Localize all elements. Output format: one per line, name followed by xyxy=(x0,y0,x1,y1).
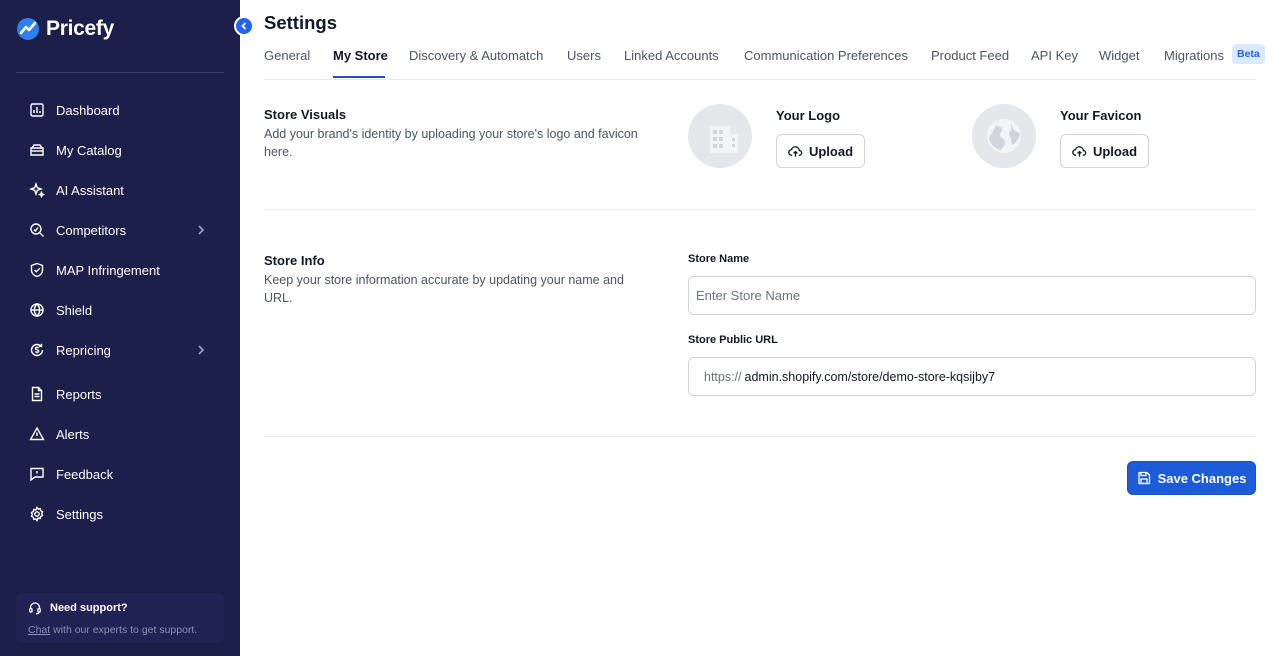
sidebar-item-dashboard[interactable]: Dashboard xyxy=(16,94,224,126)
sidebar-item-label: AI Assistant xyxy=(56,182,124,198)
store-visuals-title: Store Visuals xyxy=(264,107,347,122)
tab-users[interactable]: Users xyxy=(567,48,601,63)
sidebar-item-map-infringement[interactable]: MAP Infringement xyxy=(16,254,224,286)
sidebar-item-feedback[interactable]: Feedback xyxy=(16,458,224,490)
settings-tabs: General My Store Discovery & Automatch U… xyxy=(264,40,1265,80)
tab-general[interactable]: General xyxy=(264,48,310,63)
tab-linked-accounts[interactable]: Linked Accounts xyxy=(624,48,719,63)
tab-widget[interactable]: Widget xyxy=(1099,48,1139,63)
section-divider xyxy=(264,436,1256,437)
sidebar-item-label: Reports xyxy=(56,386,102,402)
tab-migrations[interactable]: Migrations xyxy=(1164,48,1224,63)
sidebar-collapse-button[interactable] xyxy=(234,16,254,36)
logo-upload-button[interactable]: Upload xyxy=(776,134,865,168)
tab-product-feed[interactable]: Product Feed xyxy=(931,48,1009,63)
sidebar-item-label: Competitors xyxy=(56,222,127,238)
support-card: Need support? Chat with our experts to g… xyxy=(16,593,224,643)
building-icon xyxy=(710,126,738,153)
chevron-right-icon xyxy=(198,345,205,355)
competitors-icon xyxy=(28,221,46,239)
cloud-upload-icon xyxy=(1072,145,1087,157)
gear-icon xyxy=(28,505,46,523)
favicon-placeholder xyxy=(972,104,1036,168)
sidebar-item-label: My Catalog xyxy=(56,142,122,158)
headset-icon xyxy=(29,602,41,615)
brand-name: Pricefy xyxy=(46,17,114,40)
url-prefix: https:// xyxy=(704,369,742,384)
beta-badge: Beta xyxy=(1232,44,1265,64)
sidebar-item-repricing[interactable]: Repricing xyxy=(16,334,224,366)
sidebar-divider xyxy=(16,72,224,73)
dollar-cycle-icon xyxy=(28,341,46,359)
chevron-right-icon xyxy=(198,225,205,235)
sidebar-item-competitors[interactable]: Competitors xyxy=(16,214,224,246)
alert-icon xyxy=(28,425,46,443)
dashboard-icon xyxy=(28,101,46,119)
support-text: Chat with our experts to get support. xyxy=(28,624,212,636)
url-value: admin.shopify.com/store/demo-store-kqsij… xyxy=(744,369,996,384)
tab-api-key[interactable]: API Key xyxy=(1031,48,1078,63)
support-chat-link[interactable]: Chat xyxy=(28,624,50,636)
sidebar: Pricefy Dashboard My Catalog AI Assistan… xyxy=(0,0,240,656)
logo-upload-label: Your Logo xyxy=(776,108,841,123)
support-title: Need support? xyxy=(50,602,128,614)
sidebar-item-label: Repricing xyxy=(56,342,111,358)
sidebar-item-label: Dashboard xyxy=(56,102,120,118)
store-url-label: Store Public URL xyxy=(688,334,778,346)
sidebar-item-ai-assistant[interactable]: AI Assistant xyxy=(16,174,224,206)
favicon-upload-label: Your Favicon xyxy=(1060,108,1142,123)
store-info-description: Keep your store information accurate by … xyxy=(264,273,624,305)
globe-icon xyxy=(28,301,46,319)
catalog-icon xyxy=(28,141,46,159)
main-content: Settings General My Store Discovery & Au… xyxy=(240,0,1280,656)
floppy-disk-icon xyxy=(1137,471,1150,485)
tab-communication-preferences[interactable]: Communication Preferences xyxy=(744,48,908,63)
support-title-row: Need support? xyxy=(28,601,212,615)
favicon-upload-button-label: Upload xyxy=(1092,143,1138,159)
globe-placeholder-icon xyxy=(987,119,1021,153)
logo-upload-button-label: Upload xyxy=(808,143,854,159)
sidebar-item-label: Feedback xyxy=(56,466,114,482)
save-changes-label: Save Changes xyxy=(1157,470,1247,486)
report-icon xyxy=(28,385,46,403)
sidebar-item-label: Settings xyxy=(56,506,103,522)
sidebar-item-reports[interactable]: Reports xyxy=(16,378,224,410)
brand-logo[interactable]: Pricefy xyxy=(16,15,114,43)
cloud-upload-icon xyxy=(788,145,803,157)
sidebar-item-settings[interactable]: Settings xyxy=(16,498,224,530)
feedback-icon xyxy=(28,465,46,483)
pricefy-logo-icon xyxy=(17,18,39,40)
favicon-upload-button[interactable]: Upload xyxy=(1060,134,1149,168)
store-info-title: Store Info xyxy=(264,253,325,268)
save-changes-button[interactable]: Save Changes xyxy=(1127,461,1256,495)
store-name-input[interactable] xyxy=(688,276,1256,315)
sidebar-item-alerts[interactable]: Alerts xyxy=(16,418,224,450)
page-title: Settings xyxy=(264,12,337,33)
sidebar-item-my-catalog[interactable]: My Catalog xyxy=(16,134,224,166)
sparkle-icon xyxy=(28,181,46,199)
section-divider xyxy=(264,209,1256,210)
tab-my-store[interactable]: My Store xyxy=(333,48,388,63)
sidebar-item-label: MAP Infringement xyxy=(56,262,160,278)
tab-discovery-automatch[interactable]: Discovery & Automatch xyxy=(409,48,543,63)
sidebar-item-label: Alerts xyxy=(56,426,90,442)
store-visuals-description: Add your brand's identity by uploading y… xyxy=(264,127,638,159)
store-url-input[interactable]: https:// admin.shopify.com/store/demo-st… xyxy=(688,357,1256,396)
sidebar-item-shield[interactable]: Shield xyxy=(16,294,224,326)
store-name-label: Store Name xyxy=(688,253,750,265)
support-description: with our experts to get support. xyxy=(53,624,198,636)
logo-placeholder xyxy=(688,104,752,168)
active-tab-indicator xyxy=(333,76,385,78)
sidebar-item-label: Shield xyxy=(56,302,93,318)
shield-check-icon xyxy=(28,261,46,279)
chevron-left-icon xyxy=(241,22,247,30)
